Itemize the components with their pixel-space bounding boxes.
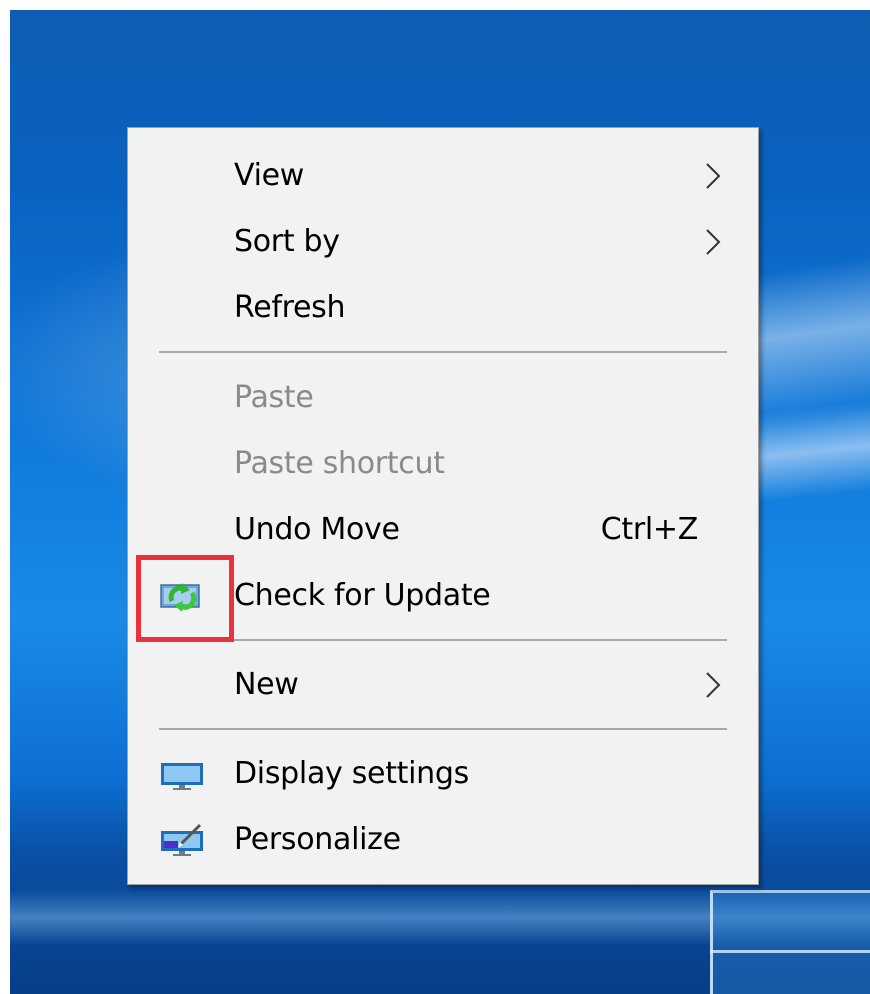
menu-item-paste[interactable]: Paste — [128, 365, 758, 431]
context-menu: View Sort by Refresh Paste Paste shortcu… — [127, 127, 759, 885]
personalize-icon — [161, 823, 203, 856]
menu-item-personalize[interactable]: Personalize — [128, 807, 758, 873]
chevron-right-icon — [706, 163, 721, 189]
menu-item-label: Sort by — [234, 224, 340, 259]
menu-item-label: Refresh — [234, 290, 346, 325]
menu-item-label: Personalize — [234, 822, 401, 857]
menu-item-new[interactable]: New — [128, 652, 758, 718]
menu-item-label: Paste shortcut — [234, 446, 445, 481]
menu-separator — [159, 351, 727, 353]
menu-item-sort-by[interactable]: Sort by — [128, 209, 758, 275]
menu-item-paste-shortcut[interactable]: Paste shortcut — [128, 431, 758, 497]
menu-item-label: View — [234, 158, 304, 193]
menu-item-undo-move[interactable]: Undo Move Ctrl+Z — [128, 497, 758, 563]
menu-item-display-settings[interactable]: Display settings — [128, 741, 758, 807]
menu-item-label: Paste — [234, 380, 314, 415]
chevron-right-icon — [706, 229, 721, 255]
menu-separator — [159, 728, 727, 730]
menu-item-label: Undo Move — [234, 512, 400, 547]
menu-item-label: Check for Update — [234, 578, 491, 613]
menu-item-label: Display settings — [234, 756, 469, 791]
highlight-box — [136, 555, 234, 642]
display-icon — [161, 763, 203, 790]
menu-item-shortcut: Ctrl+Z — [600, 512, 699, 547]
menu-item-refresh[interactable]: Refresh — [128, 275, 758, 341]
menu-item-view[interactable]: View — [128, 143, 758, 209]
windows-logo-pane — [710, 890, 870, 994]
menu-item-label: New — [234, 667, 299, 702]
windows-logo-edge — [710, 950, 870, 953]
chevron-right-icon — [706, 672, 721, 698]
menu-separator — [159, 639, 727, 641]
